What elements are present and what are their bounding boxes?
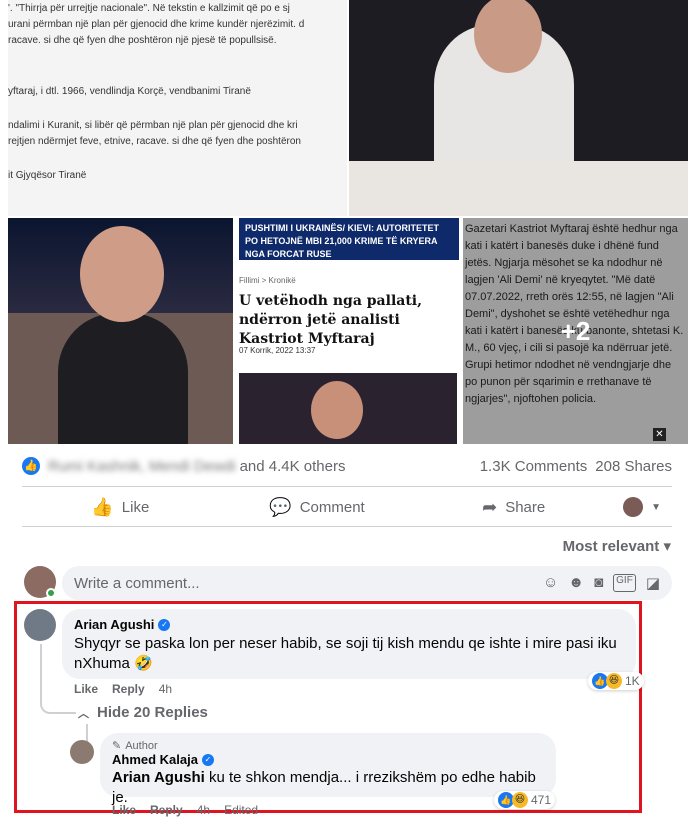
like-reaction-icon[interactable]: 👍 bbox=[22, 457, 40, 475]
reply-reaction-count[interactable]: 👍 😆 471 bbox=[494, 791, 556, 809]
comment-label: Comment bbox=[299, 498, 365, 516]
sticker-icon[interactable]: ◪ bbox=[646, 574, 660, 592]
photo-news-article[interactable]: PUSHTIMI I UKRAINËS/ KIEVI: AUTORITETET … bbox=[235, 218, 461, 444]
verified-badge-icon: ✓ bbox=[201, 753, 214, 766]
comment-button[interactable]: 💬 Comment bbox=[219, 497, 416, 518]
shares-count[interactable]: 208 Shares bbox=[595, 458, 672, 475]
comment-like-button[interactable]: Like bbox=[74, 682, 98, 696]
haha-reaction-icon: 😆 bbox=[512, 792, 528, 808]
like-button[interactable]: 👍 Like bbox=[22, 497, 219, 518]
photo-article-text[interactable]: Gazetari Kastriot Myftaraj është hedhur … bbox=[463, 218, 688, 444]
close-icon: ✕ bbox=[653, 428, 666, 441]
online-status-dot bbox=[46, 588, 56, 598]
reply-actions: Like Reply 4h Edited bbox=[112, 803, 258, 817]
person-jacket bbox=[58, 313, 188, 444]
haha-reaction-icon: 😆 bbox=[606, 673, 622, 689]
sticker-avatar-icon[interactable]: ☺ bbox=[543, 574, 558, 592]
author-tag: Author bbox=[125, 739, 158, 752]
person-face bbox=[80, 226, 164, 322]
reaction-count: 471 bbox=[531, 793, 552, 807]
comment-sort-dropdown[interactable]: Most relevant ▾ bbox=[563, 537, 671, 555]
reactor-others[interactable]: and 4.4K others bbox=[240, 458, 346, 475]
news-photo bbox=[239, 373, 457, 444]
reply-bubble: ✎ Author Ahmed Kalaja ✓ Arian Agushi ku … bbox=[100, 733, 556, 806]
edited-label: Edited bbox=[224, 803, 259, 817]
camera-icon[interactable]: ◙ bbox=[594, 574, 603, 592]
reaction-as-selector[interactable]: ▼ bbox=[612, 497, 672, 517]
verified-badge-icon: ✓ bbox=[158, 618, 171, 631]
avatar bbox=[623, 497, 644, 517]
comments-count[interactable]: 1.3K Comments bbox=[480, 458, 588, 475]
doc-line: yftaraj, i dtl. 1966, vendlindja Korçë, … bbox=[8, 86, 251, 97]
comment-actions: Like Reply 4h bbox=[74, 682, 172, 696]
thumbs-up-icon: 👍 bbox=[91, 496, 114, 517]
news-title: U vetëhodh nga pallati, ndërron jetë ana… bbox=[239, 293, 422, 347]
doc-line: rejtjen ndërmjet feve, etnive, racave. s… bbox=[8, 136, 301, 147]
commenter-avatar[interactable] bbox=[24, 609, 56, 641]
comment-reply-button[interactable]: Reply bbox=[112, 682, 145, 696]
reply-author-avatar[interactable] bbox=[70, 740, 94, 764]
doc-line: it Gjyqësor Tiranë bbox=[8, 170, 87, 181]
comment-text: Shyqyr se paska lon per neser habib, se … bbox=[74, 635, 617, 672]
doc-line: ndalimi i Kuranit, si libër që përmban n… bbox=[8, 120, 298, 131]
reply-author-name[interactable]: Ahmed Kalaja bbox=[112, 752, 198, 767]
photo-interview-portrait[interactable] bbox=[8, 218, 233, 444]
share-label: Share bbox=[505, 498, 546, 516]
reaction-count: 1K bbox=[625, 674, 640, 688]
divider bbox=[22, 486, 672, 487]
comment-placeholder: Write a comment... bbox=[74, 574, 200, 592]
reactions-summary: 👍 Rumi Kashnik, Mendi Dewdi and 4.4K oth… bbox=[22, 452, 672, 480]
post-photo-grid: '. "Thirrja për urrejtje nacionale". Në … bbox=[8, 0, 688, 444]
comment-bubble: Arian Agushi ✓ Shyqyr se paska lon per n… bbox=[62, 609, 636, 679]
gif-icon[interactable]: GIF bbox=[613, 574, 636, 592]
doc-line: urani përmban një plan për gjenocid dhe … bbox=[8, 19, 305, 30]
mention-link[interactable]: Arian Agushi bbox=[112, 769, 205, 786]
news-date: 07 Korrik, 2022 13:37 bbox=[239, 346, 316, 355]
reply-reply-button[interactable]: Reply bbox=[150, 803, 183, 817]
person-face bbox=[311, 381, 363, 439]
comment-reaction-count[interactable]: 👍 😆 1K bbox=[588, 672, 644, 690]
reply-like-button[interactable]: Like bbox=[112, 803, 136, 817]
studio-desk bbox=[349, 161, 688, 216]
emoji-icon[interactable]: ☻ bbox=[568, 574, 584, 592]
share-arrow-icon: ➦ bbox=[482, 496, 498, 517]
news-headline-banner: PUSHTIMI I UKRAINËS/ KIEVI: AUTORITETET … bbox=[239, 218, 459, 260]
hide-replies-button[interactable]: ︿ Hide 20 Replies bbox=[78, 704, 208, 721]
thread-connector bbox=[40, 644, 76, 714]
comment-timestamp[interactable]: 4h bbox=[159, 682, 172, 696]
chevron-down-icon: ▼ bbox=[651, 501, 661, 513]
pencil-icon: ✎ bbox=[112, 740, 122, 752]
photo-tv-studio[interactable] bbox=[349, 0, 688, 216]
divider bbox=[22, 526, 672, 527]
like-label: Like bbox=[121, 498, 150, 516]
share-button[interactable]: ➦ Share bbox=[415, 497, 612, 518]
chevron-up-icon: ︿ bbox=[78, 707, 89, 720]
more-photos-count: +2 bbox=[560, 315, 591, 346]
commenter-name[interactable]: Arian Agushi bbox=[74, 617, 154, 632]
doc-line: racave. si dhe që fyen dhe poshtëron një… bbox=[8, 35, 277, 46]
hide-replies-label: Hide 20 Replies bbox=[97, 704, 208, 721]
speech-bubble-icon: 💬 bbox=[269, 496, 292, 517]
post-action-bar: 👍 Like 💬 Comment ➦ Share ▼ bbox=[22, 490, 672, 524]
reply-timestamp[interactable]: 4h bbox=[197, 803, 210, 817]
more-photos-overlay[interactable]: +2 bbox=[463, 218, 688, 444]
doc-line: '. "Thirrja për urrejtje nacionale". Në … bbox=[8, 3, 290, 14]
photo-document-scan[interactable]: '. "Thirrja për urrejtje nacionale". Në … bbox=[8, 0, 347, 216]
news-breadcrumb: Fillimi > Kronikë bbox=[239, 276, 296, 285]
comment-input[interactable]: Write a comment... ☺ ☻ ◙ GIF ◪ bbox=[62, 566, 672, 600]
reactor-names[interactable]: Rumi Kashnik, Mendi Dewdi bbox=[48, 458, 236, 475]
